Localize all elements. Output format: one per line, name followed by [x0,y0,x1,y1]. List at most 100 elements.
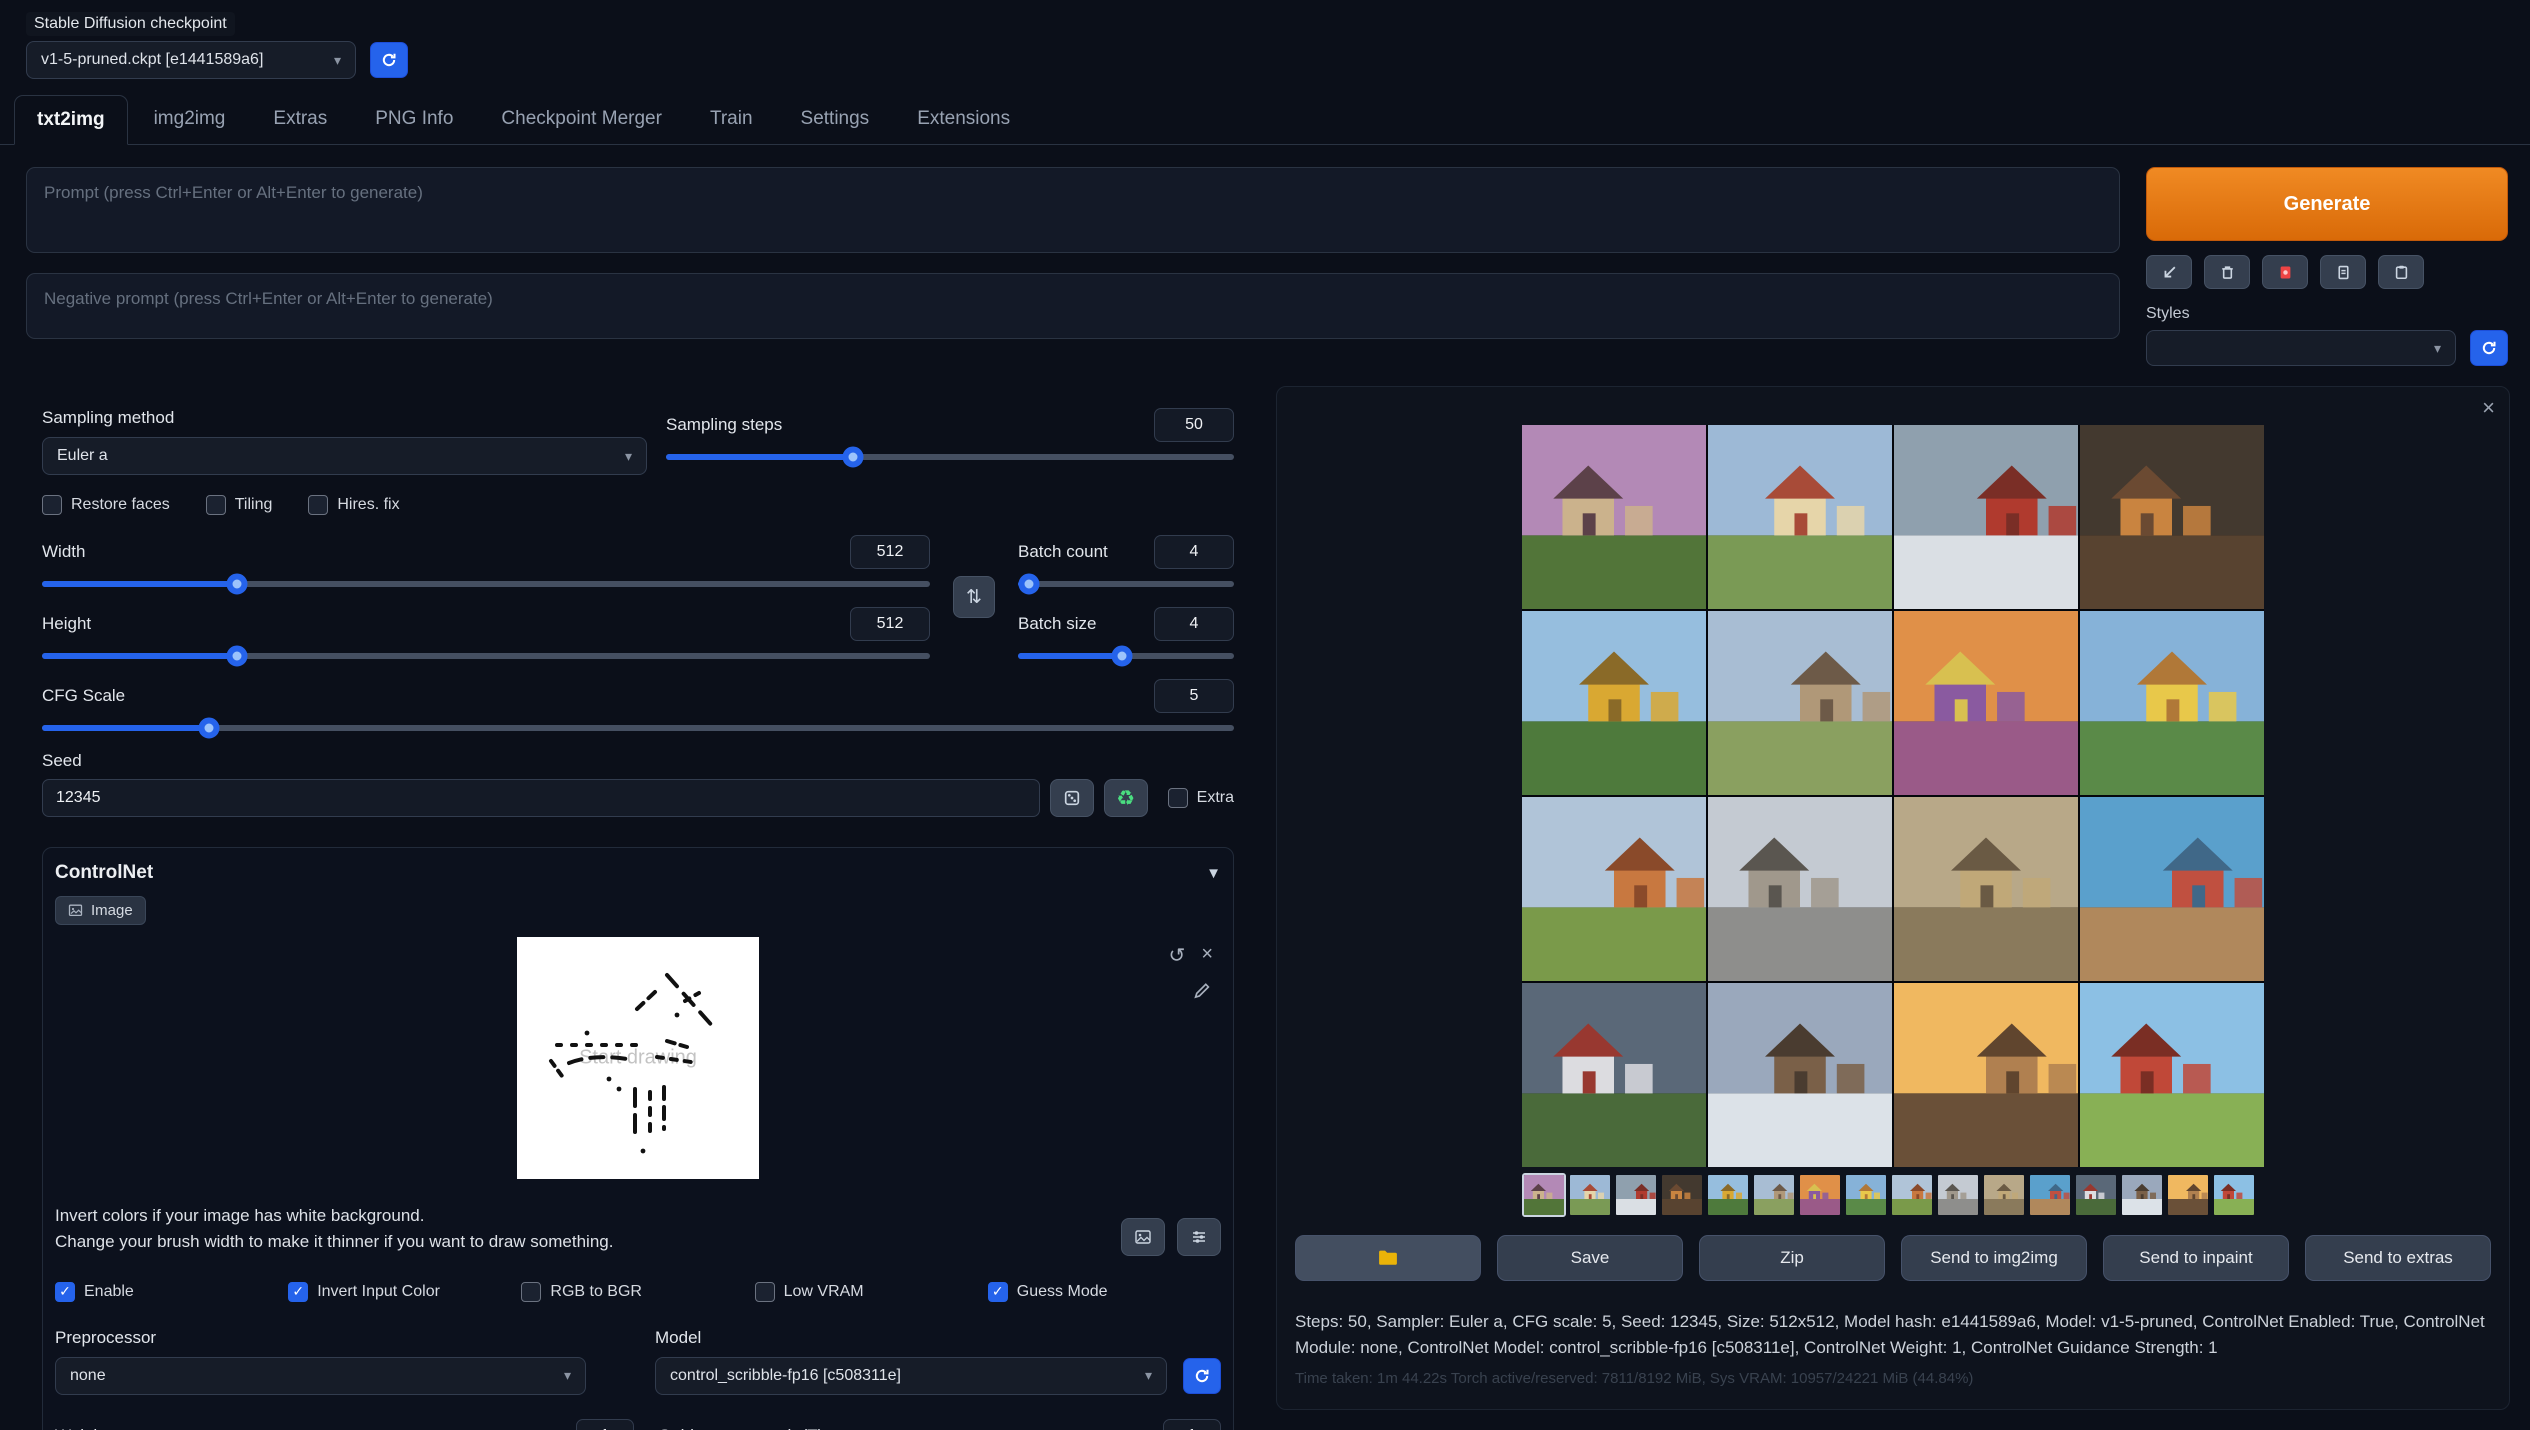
checkbox-box[interactable] [521,1282,541,1302]
close-gallery-button[interactable]: × [2482,395,2495,421]
checkbox-box[interactable]: ✓ [288,1282,308,1302]
seed-input[interactable] [42,779,1040,817]
slider-handle[interactable] [1111,646,1132,667]
negative-prompt-input[interactable] [26,273,2120,339]
gallery-image[interactable] [1522,425,1706,609]
controlnet-model-select[interactable]: control_scribble-fp16 [c508311e] ▾ [655,1357,1167,1395]
save-style-button[interactable] [2320,255,2366,289]
gallery-thumbnail[interactable] [2074,1173,2118,1217]
gallery-thumbnail[interactable] [2028,1173,2072,1217]
gallery-image[interactable] [1522,611,1706,795]
tab-extras[interactable]: Extras [251,95,349,144]
tab-checkpoint-merger[interactable]: Checkpoint Merger [479,95,684,144]
slider-handle[interactable] [198,718,219,739]
gallery-image[interactable] [2080,983,2264,1167]
send-to-inpaint-button[interactable]: Send to inpaint [2103,1235,2289,1281]
gallery-image[interactable] [1708,983,1892,1167]
gallery-thumbnail[interactable] [2212,1173,2256,1217]
style-card-button[interactable] [2262,255,2308,289]
generate-button[interactable]: Generate [2146,167,2508,241]
checkbox-box[interactable]: ✓ [55,1282,75,1302]
slider-track[interactable] [666,454,1234,460]
guidance-strength-value[interactable]: 1 [1163,1419,1221,1430]
gallery-thumbnail[interactable] [1936,1173,1980,1217]
slider-handle[interactable] [1018,574,1039,595]
checkbox-box[interactable] [206,495,226,515]
cfg-scale-value[interactable]: 5 [1154,679,1234,713]
brush-icon[interactable] [1192,981,1211,1005]
refresh-models-button[interactable] [1183,1358,1221,1394]
gallery-image[interactable] [1894,797,2078,981]
tab-png-info[interactable]: PNG Info [353,95,475,144]
checkbox-box[interactable] [755,1282,775,1302]
sampling-method-select[interactable]: Euler a ▾ [42,437,647,475]
save-button[interactable]: Save [1497,1235,1683,1281]
gallery-image[interactable] [1894,611,2078,795]
slider-track[interactable] [1018,581,1234,587]
gallery-thumbnail[interactable] [1660,1173,1704,1217]
apply-style-button[interactable] [2378,255,2424,289]
slider-track[interactable] [42,653,930,659]
gallery-thumbnail[interactable] [1522,1173,1566,1217]
controlnet-checkbox-invert-input-color[interactable]: ✓Invert Input Color [288,1282,521,1302]
tab-settings[interactable]: Settings [779,95,892,144]
reuse-seed-button[interactable]: ♻ [1104,779,1148,817]
refresh-checkpoint-button[interactable] [370,42,408,78]
slider-track[interactable] [1018,653,1234,659]
batch-size-value[interactable]: 4 [1154,607,1234,641]
gallery-image[interactable] [1708,425,1892,609]
controlnet-accordion-header[interactable]: ControlNet ▼ [55,862,1221,884]
controlnet-canvas-zone[interactable]: Start drawing [55,929,1221,1195]
weight-value[interactable]: 1 [576,1419,634,1430]
slider-handle[interactable] [227,574,248,595]
checkbox-box[interactable] [308,495,328,515]
gallery-thumbnail[interactable] [1844,1173,1888,1217]
gallery-thumbnail[interactable] [1798,1173,1842,1217]
gallery-thumbnail[interactable] [2120,1173,2164,1217]
gallery-thumbnail[interactable] [1982,1173,2026,1217]
gallery-image[interactable] [2080,797,2264,981]
refresh-styles-button[interactable] [2470,330,2508,366]
tab-extensions[interactable]: Extensions [895,95,1032,144]
checkbox-box[interactable] [42,495,62,515]
read-params-button[interactable] [2146,255,2192,289]
slider-track[interactable] [42,581,930,587]
gallery-image[interactable] [1708,797,1892,981]
new-canvas-button[interactable] [1121,1218,1165,1256]
prompt-input[interactable] [26,167,2120,253]
gallery-thumbnail[interactable] [1706,1173,1750,1217]
slider-handle[interactable] [227,646,248,667]
gallery-thumbnail[interactable] [1752,1173,1796,1217]
gallery-image[interactable] [1708,611,1892,795]
controlnet-image-tab[interactable]: Image [55,896,146,925]
slider-handle[interactable] [843,447,864,468]
option-checkbox-hires-fix[interactable]: Hires. fix [308,495,399,515]
controlnet-checkbox-guess-mode[interactable]: ✓Guess Mode [988,1282,1221,1302]
tab-txt2img[interactable]: txt2img [14,95,128,145]
checkbox-box[interactable]: ✓ [988,1282,1008,1302]
sampling-steps-value[interactable]: 50 [1154,408,1234,442]
height-value[interactable]: 512 [850,607,930,641]
gallery-thumbnail[interactable] [1568,1173,1612,1217]
open-folder-button[interactable] [1295,1235,1481,1281]
gallery-thumbnail[interactable] [1614,1173,1658,1217]
clear-prompt-button[interactable] [2204,255,2250,289]
batch-count-value[interactable]: 4 [1154,535,1234,569]
gallery-image[interactable] [2080,611,2264,795]
random-seed-button[interactable] [1050,779,1094,817]
tab-img2img[interactable]: img2img [132,95,248,144]
undo-icon[interactable]: ↺ [1169,943,1186,968]
gallery-image[interactable] [1522,983,1706,1167]
zip-button[interactable]: Zip [1699,1235,1885,1281]
gallery-thumbnail[interactable] [2166,1173,2210,1217]
preprocessor-select[interactable]: none ▾ [55,1357,586,1395]
slider-track[interactable] [42,725,1234,731]
gallery-thumbnail[interactable] [1890,1173,1934,1217]
controlnet-checkbox-low-vram[interactable]: Low VRAM [755,1282,988,1302]
scribble-canvas[interactable]: Start drawing [517,937,759,1179]
send-to-extras-button[interactable]: Send to extras [2305,1235,2491,1281]
option-checkbox-restore-faces[interactable]: Restore faces [42,495,170,515]
controlnet-checkbox-enable[interactable]: ✓Enable [55,1282,288,1302]
width-value[interactable]: 512 [850,535,930,569]
send-to-img2img-button[interactable]: Send to img2img [1901,1235,2087,1281]
